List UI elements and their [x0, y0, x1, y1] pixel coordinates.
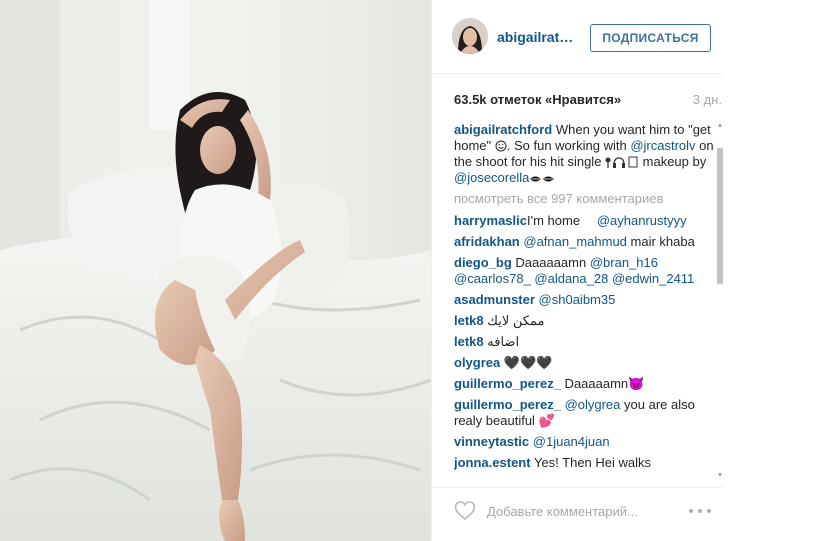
post-sidebar: abigailratc... ПОДПИСАТЬСЯ 63.5k отметок…: [431, 0, 723, 541]
add-comment-input[interactable]: [487, 502, 651, 520]
post-footer: [432, 487, 723, 541]
comment-item: guillermo_perez_ @olygrea you are also r…: [454, 397, 695, 428]
comments-list: abigailratchford When you want him to "g…: [454, 122, 716, 480]
comment-user[interactable]: letk8: [454, 334, 484, 349]
comment-user[interactable]: guillermo_perez_: [454, 376, 561, 391]
comment-item: harrymaslicI'm home ⠀ @ayhanrustyyy: [454, 213, 687, 228]
comment-user[interactable]: olygrea: [454, 355, 500, 370]
follow-button[interactable]: ПОДПИСАТЬСЯ: [590, 24, 711, 52]
comment-user[interactable]: asadmunster: [454, 292, 535, 307]
comment-item: letk8 اضافه: [454, 334, 520, 349]
comment-item: guillermo_perez_ Daaaaamn😈: [454, 376, 645, 391]
comment-item: jonna.estent Yes! Then Hei walks: [454, 455, 652, 470]
scroll-down-arrow-icon[interactable]: ▼: [716, 472, 724, 480]
avatar[interactable]: [452, 18, 488, 54]
caption-mention[interactable]: @josecorella: [454, 170, 529, 185]
comment-user[interactable]: letk8: [454, 313, 484, 328]
post-header: abigailratc... ПОДПИСАТЬСЯ: [432, 0, 723, 74]
comments-scrollbar[interactable]: ▲ ▼: [716, 122, 724, 480]
likes-row: 63.5k отметок «Нравится» 3 дн.: [454, 90, 722, 110]
photo-image: [0, 0, 431, 541]
comment-item: asadmunster @sh0aibm35: [454, 292, 616, 307]
comment-user[interactable]: jonna.estent: [454, 455, 531, 470]
comment-item: olygrea 🖤🖤🖤: [454, 355, 553, 370]
post-time[interactable]: 3 дн.: [693, 92, 722, 107]
comment-item: diego_bg Daaaaaamn @bran_h16 @caarlos78_…: [454, 255, 695, 286]
smiley-icon: [495, 140, 507, 152]
post-photo: [0, 0, 431, 541]
username-link[interactable]: abigailratc...: [497, 29, 577, 45]
caption: abigailratchford When you want him to "g…: [454, 122, 716, 186]
comment-user[interactable]: vinneytastic: [454, 434, 529, 449]
comment-user[interactable]: diego_bg: [454, 255, 512, 270]
heart-icon[interactable]: [453, 499, 477, 523]
comment-item: vinneytastic @1juan4juan: [454, 434, 610, 449]
caption-mention[interactable]: @jrcastrolv: [630, 138, 695, 153]
comment-item: afridakhan @afnan_mahmud mair khaba: [454, 234, 695, 249]
caption-text: makeup by: [639, 154, 707, 169]
view-all-comments[interactable]: посмотреть все 997 комментариев: [454, 191, 716, 207]
comment-user[interactable]: guillermo_perez_: [454, 397, 561, 412]
scroll-thumb[interactable]: [717, 148, 723, 284]
caption-author[interactable]: abigailratchford: [454, 122, 552, 137]
emoji-icons: [605, 156, 638, 168]
caption-text: . So fun working with: [506, 138, 631, 153]
kiss-icon: [530, 176, 555, 182]
avatar-image: [452, 18, 488, 54]
comment-user[interactable]: harrymaslic: [454, 213, 527, 228]
more-options-icon[interactable]: [689, 504, 713, 518]
comment-user[interactable]: afridakhan: [454, 234, 520, 249]
comment-item: letk8 ممكن لايك: [454, 313, 545, 328]
likes-count[interactable]: 63.5k отметок «Нравится»: [454, 92, 621, 107]
scroll-up-arrow-icon[interactable]: ▲: [716, 122, 724, 130]
